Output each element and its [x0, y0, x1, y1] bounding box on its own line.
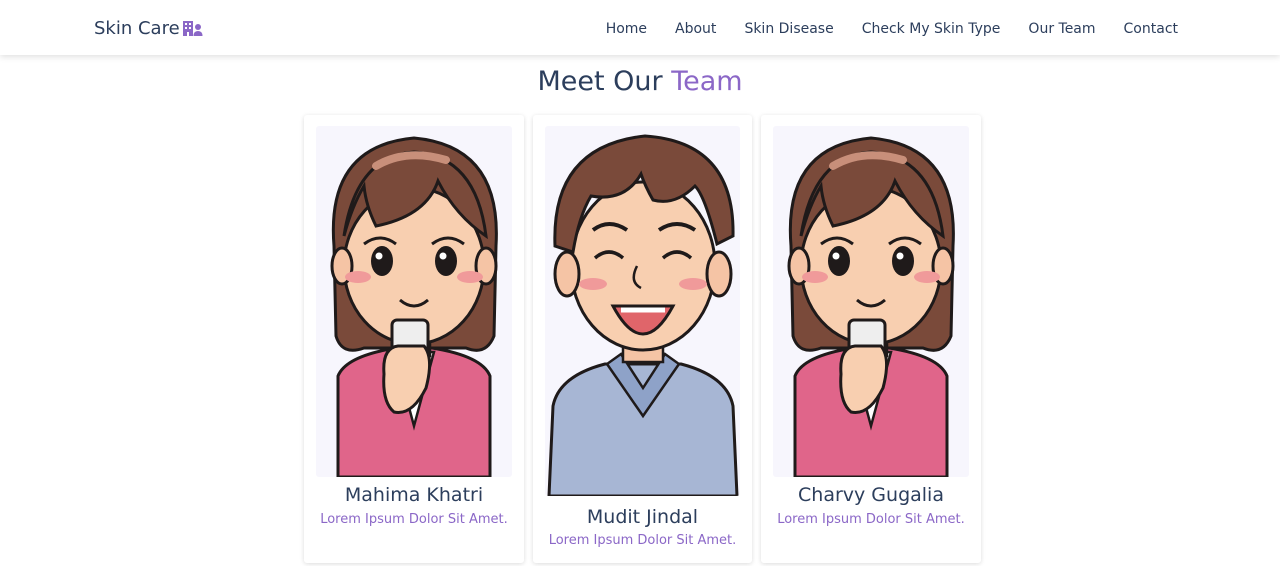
member-role: Lorem Ipsum Dolor Sit Amet.: [548, 533, 737, 548]
team-card: Mahima Khatri Lorem Ipsum Dolor Sit Amet…: [304, 115, 524, 563]
section-title-main: Meet Our: [537, 66, 663, 97]
member-name: Mahima Khatri: [344, 484, 484, 506]
hospital-user-icon: [182, 19, 204, 37]
brand-name: Skin Care: [94, 17, 180, 39]
nav-menu: Home About Skin Disease Check My Skin Ty…: [606, 18, 1178, 37]
nav-link-our-team[interactable]: Our Team: [1028, 21, 1095, 37]
brand-link[interactable]: Skin Care: [94, 16, 204, 40]
woman-with-phone-avatar: [773, 126, 969, 477]
member-name: Charvy Gugalia: [798, 484, 944, 506]
team-card: Mudit Jindal Lorem Ipsum Dolor Sit Amet.: [533, 115, 752, 563]
member-role: Lorem Ipsum Dolor Sit Amet.: [777, 512, 965, 527]
section-title: Meet Our Team: [0, 66, 1280, 97]
woman-with-phone-avatar: [316, 126, 512, 477]
smiling-man-avatar: [545, 126, 740, 496]
nav-link-contact[interactable]: Contact: [1124, 21, 1178, 37]
member-role: Lorem Ipsum Dolor Sit Amet.: [320, 512, 508, 527]
nav-link-about[interactable]: About: [675, 21, 716, 37]
member-name: Mudit Jindal: [586, 506, 699, 528]
nav-link-skin-disease[interactable]: Skin Disease: [744, 21, 833, 37]
navbar: Skin Care Home About Skin Disease Check …: [0, 0, 1280, 55]
nav-link-check-skin-type[interactable]: Check My Skin Type: [862, 21, 1001, 37]
nav-link-home[interactable]: Home: [606, 21, 647, 37]
team-card: Charvy Gugalia Lorem Ipsum Dolor Sit Ame…: [761, 115, 981, 563]
section-title-accent: Team: [671, 66, 743, 97]
